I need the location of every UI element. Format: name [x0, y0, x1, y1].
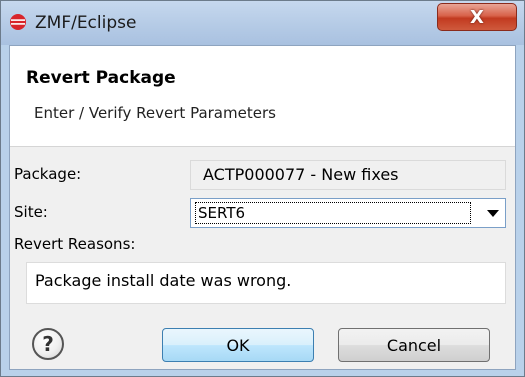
chevron-down-icon[interactable]: [487, 210, 499, 217]
dialog-window: ZMF/Eclipse X Revert Package Enter / Ver…: [0, 0, 525, 377]
help-icon[interactable]: ?: [32, 328, 64, 360]
close-button[interactable]: X: [437, 3, 517, 31]
dialog-header: Revert Package Enter / Verify Revert Par…: [10, 46, 515, 147]
site-selected-value: SERT6: [195, 202, 471, 224]
cancel-button[interactable]: Cancel: [338, 328, 490, 362]
package-label: Package:: [14, 165, 82, 183]
site-select[interactable]: SERT6: [190, 198, 506, 228]
window-title: ZMF/Eclipse: [35, 13, 137, 33]
dialog-subtitle: Enter / Verify Revert Parameters: [34, 104, 276, 122]
dialog-title: Revert Package: [26, 68, 176, 88]
revert-reasons-input[interactable]: Package install date was wrong.: [26, 262, 506, 304]
package-field: ACTP000077 - New fixes: [190, 160, 506, 190]
eclipse-icon: [10, 14, 26, 30]
dialog-body: Revert Package Enter / Verify Revert Par…: [9, 45, 516, 370]
title-bar[interactable]: ZMF/Eclipse X: [1, 1, 524, 45]
ok-button[interactable]: OK: [162, 328, 314, 362]
site-label: Site:: [14, 203, 48, 221]
close-icon: X: [470, 6, 484, 28]
revert-reasons-label: Revert Reasons:: [14, 235, 136, 253]
